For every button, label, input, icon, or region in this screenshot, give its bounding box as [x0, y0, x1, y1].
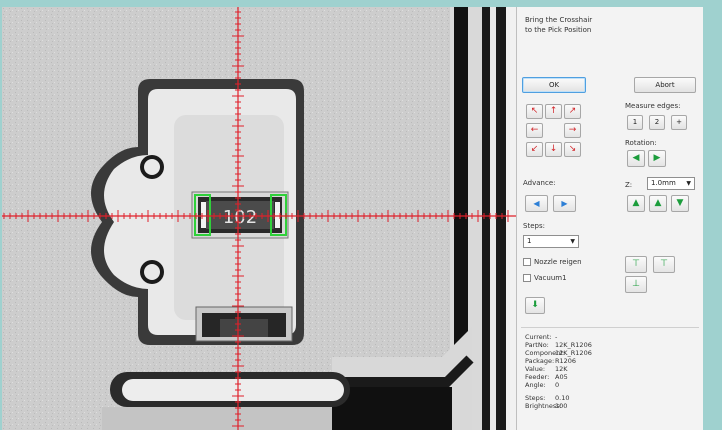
advance-next-button[interactable]: ▶ — [553, 195, 576, 212]
vacuum-checkbox[interactable] — [523, 274, 531, 282]
nozzle-tool-2-button[interactable]: ⊤ — [653, 256, 675, 273]
jog-down-right-button[interactable]: ↘ — [564, 142, 581, 157]
z-up-fast-button[interactable]: ▲ — [627, 195, 645, 212]
vacuum-label: Vacuum1 — [534, 274, 567, 282]
nozzle-label: Nozzle reigen — [534, 258, 582, 266]
window-frame-top — [0, 0, 722, 7]
abort-button[interactable]: Abort — [634, 77, 696, 93]
advance-previous-button[interactable]: ◀ — [525, 195, 548, 212]
steps-select[interactable]: 1 ▼ — [523, 235, 579, 248]
info-value-key: Value: — [525, 365, 546, 373]
instruction-line-1: Bring the Crosshair — [525, 16, 593, 24]
jog-down-button[interactable]: ↓ — [545, 142, 562, 157]
instruction-line-2: to the Pick Position — [525, 26, 592, 34]
info-steps-key: Steps: — [525, 394, 546, 402]
camera-view[interactable]: 102 — [2, 7, 516, 430]
info-brightness-value: 100 — [555, 402, 568, 410]
part-info: Current: - PartNo: 12K_R1206 Component:12K… — [525, 333, 592, 410]
info-divider — [521, 327, 699, 328]
info-current-value: - — [555, 333, 558, 341]
info-angle-value: 0 — [555, 381, 560, 389]
info-package-key: Package: — [525, 357, 555, 365]
measure-edge-2-button[interactable]: 2 — [649, 115, 665, 130]
jog-up-left-button[interactable]: ↖ — [526, 104, 543, 119]
jog-left-button[interactable]: ← — [526, 123, 543, 138]
nozzle-tool-3-button[interactable]: ⊥ — [625, 276, 647, 293]
info-angle-key: Angle: — [525, 381, 546, 389]
info-current-key: Current: — [525, 333, 552, 341]
info-partno-key: PartNo: — [525, 341, 549, 349]
chevron-down-icon: ▼ — [686, 180, 691, 187]
window-frame-right — [703, 7, 722, 430]
info-feeder-value: A05 — [555, 373, 568, 381]
jog-up-button[interactable]: ↑ — [545, 104, 562, 119]
jog-up-right-button[interactable]: ↗ — [564, 104, 581, 119]
instruction-text: Bring the Crosshair to the Pick Position — [525, 15, 685, 35]
ok-button[interactable]: OK — [522, 77, 586, 93]
jog-down-left-button[interactable]: ↙ — [526, 142, 543, 157]
info-component-value: 12K_R1206 — [555, 349, 592, 357]
info-brightness-key: Brightness: — [525, 402, 562, 410]
control-panel: Bring the Crosshair to the Pick Position… — [516, 7, 703, 430]
jog-right-button[interactable]: → — [564, 123, 581, 138]
info-package-value: R1206 — [555, 357, 577, 365]
measure-edge-plus-button[interactable]: + — [671, 115, 687, 130]
info-partno-value: 12K_R1206 — [555, 341, 592, 349]
info-feeder-key: Feeder: — [525, 373, 550, 381]
steps-label: Steps: — [523, 222, 545, 230]
chevron-down-icon: ▼ — [570, 238, 575, 245]
measure-edge-1-button[interactable]: 1 — [627, 115, 643, 130]
advance-label: Advance: — [523, 179, 556, 187]
info-value-value: 12K — [555, 365, 568, 373]
rotation-label: Rotation: — [625, 139, 657, 147]
rotate-right-button[interactable]: ▶ — [648, 150, 666, 167]
steps-value: 1 — [527, 237, 532, 245]
z-up-button[interactable]: ▲ — [649, 195, 667, 212]
pick-down-button[interactable]: ⬇ — [525, 297, 545, 314]
info-steps-value: 0.10 — [555, 394, 570, 402]
z-step-select[interactable]: 1.0mm ▼ — [647, 177, 695, 190]
measure-edges-label: Measure edges: — [625, 102, 681, 110]
z-down-button[interactable]: ▼ — [671, 195, 689, 212]
info-component-key: Component: — [525, 349, 565, 357]
nozzle-checkbox[interactable] — [523, 258, 531, 266]
z-label: Z: — [625, 181, 633, 189]
z-step-value: 1.0mm — [651, 179, 676, 187]
nozzle-tool-1-button[interactable]: ⊤ — [625, 256, 647, 273]
camera-image: 102 — [2, 7, 516, 430]
rotate-left-button[interactable]: ◀ — [627, 150, 645, 167]
